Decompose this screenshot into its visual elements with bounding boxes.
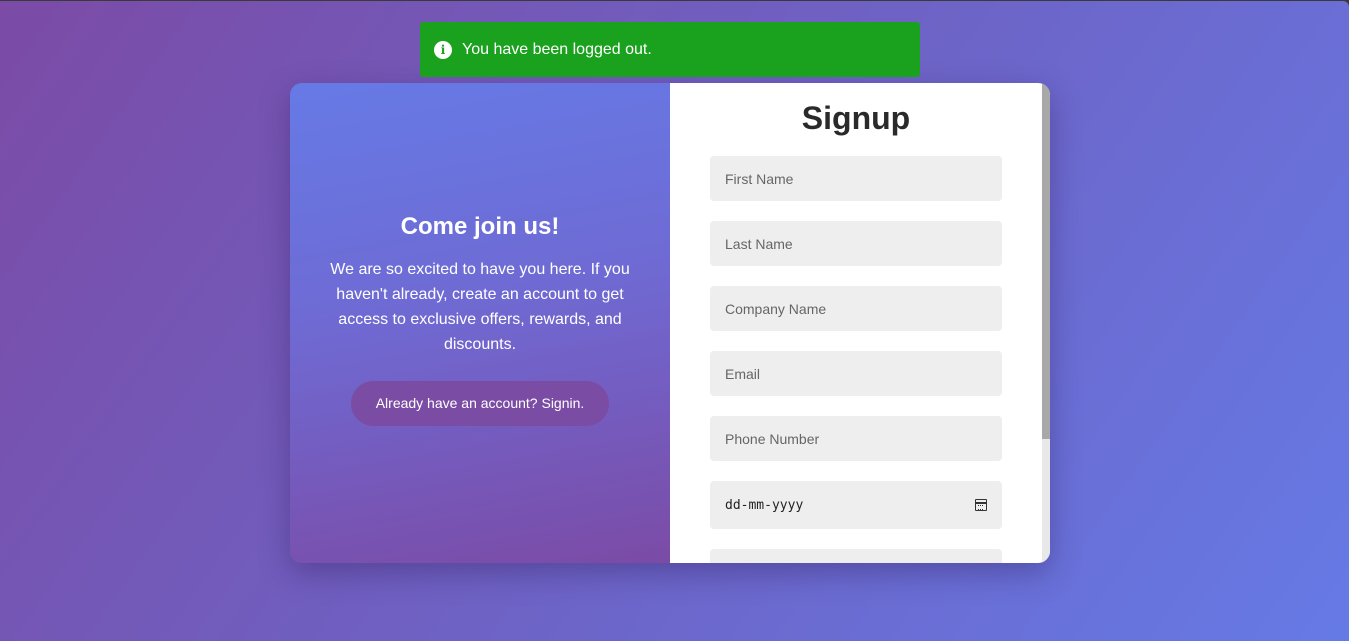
signup-form-panel: Signup First Name Last Name Company Name… bbox=[670, 83, 1050, 563]
welcome-text: We are so excited to have you here. If y… bbox=[330, 260, 630, 353]
logout-toast: i You have been logged out. bbox=[420, 22, 920, 77]
date-field[interactable]: dd-mm-yyyy bbox=[710, 481, 1002, 529]
signup-title: Signup bbox=[801, 100, 911, 136]
date-placeholder: dd-mm-yyyy bbox=[725, 497, 804, 513]
phone-number-placeholder: Phone Number bbox=[725, 430, 820, 447]
welcome-panel: Come join us! We are so excited to have … bbox=[290, 83, 670, 563]
company-name-placeholder: Company Name bbox=[725, 300, 827, 317]
first-name-field[interactable]: First Name bbox=[710, 156, 1002, 201]
signup-card: Come join us! We are so excited to have … bbox=[290, 83, 1050, 563]
signin-button[interactable]: Already have an account? Signin. bbox=[351, 380, 609, 426]
welcome-title: Come join us! bbox=[400, 212, 560, 240]
email-placeholder: Email bbox=[725, 365, 761, 382]
last-name-field[interactable]: Last Name bbox=[710, 221, 1002, 266]
calendar-icon[interactable] bbox=[975, 499, 987, 511]
company-name-field[interactable]: Company Name bbox=[710, 286, 1002, 331]
last-name-placeholder: Last Name bbox=[725, 235, 793, 252]
info-icon: i bbox=[434, 40, 452, 59]
next-field[interactable] bbox=[710, 549, 1002, 563]
scrollbar-thumb[interactable] bbox=[1042, 83, 1050, 439]
phone-number-field[interactable]: Phone Number bbox=[710, 416, 1002, 461]
first-name-placeholder: First Name bbox=[725, 170, 794, 187]
toast-message: You have been logged out. bbox=[462, 40, 652, 58]
email-field[interactable]: Email bbox=[710, 351, 1002, 396]
